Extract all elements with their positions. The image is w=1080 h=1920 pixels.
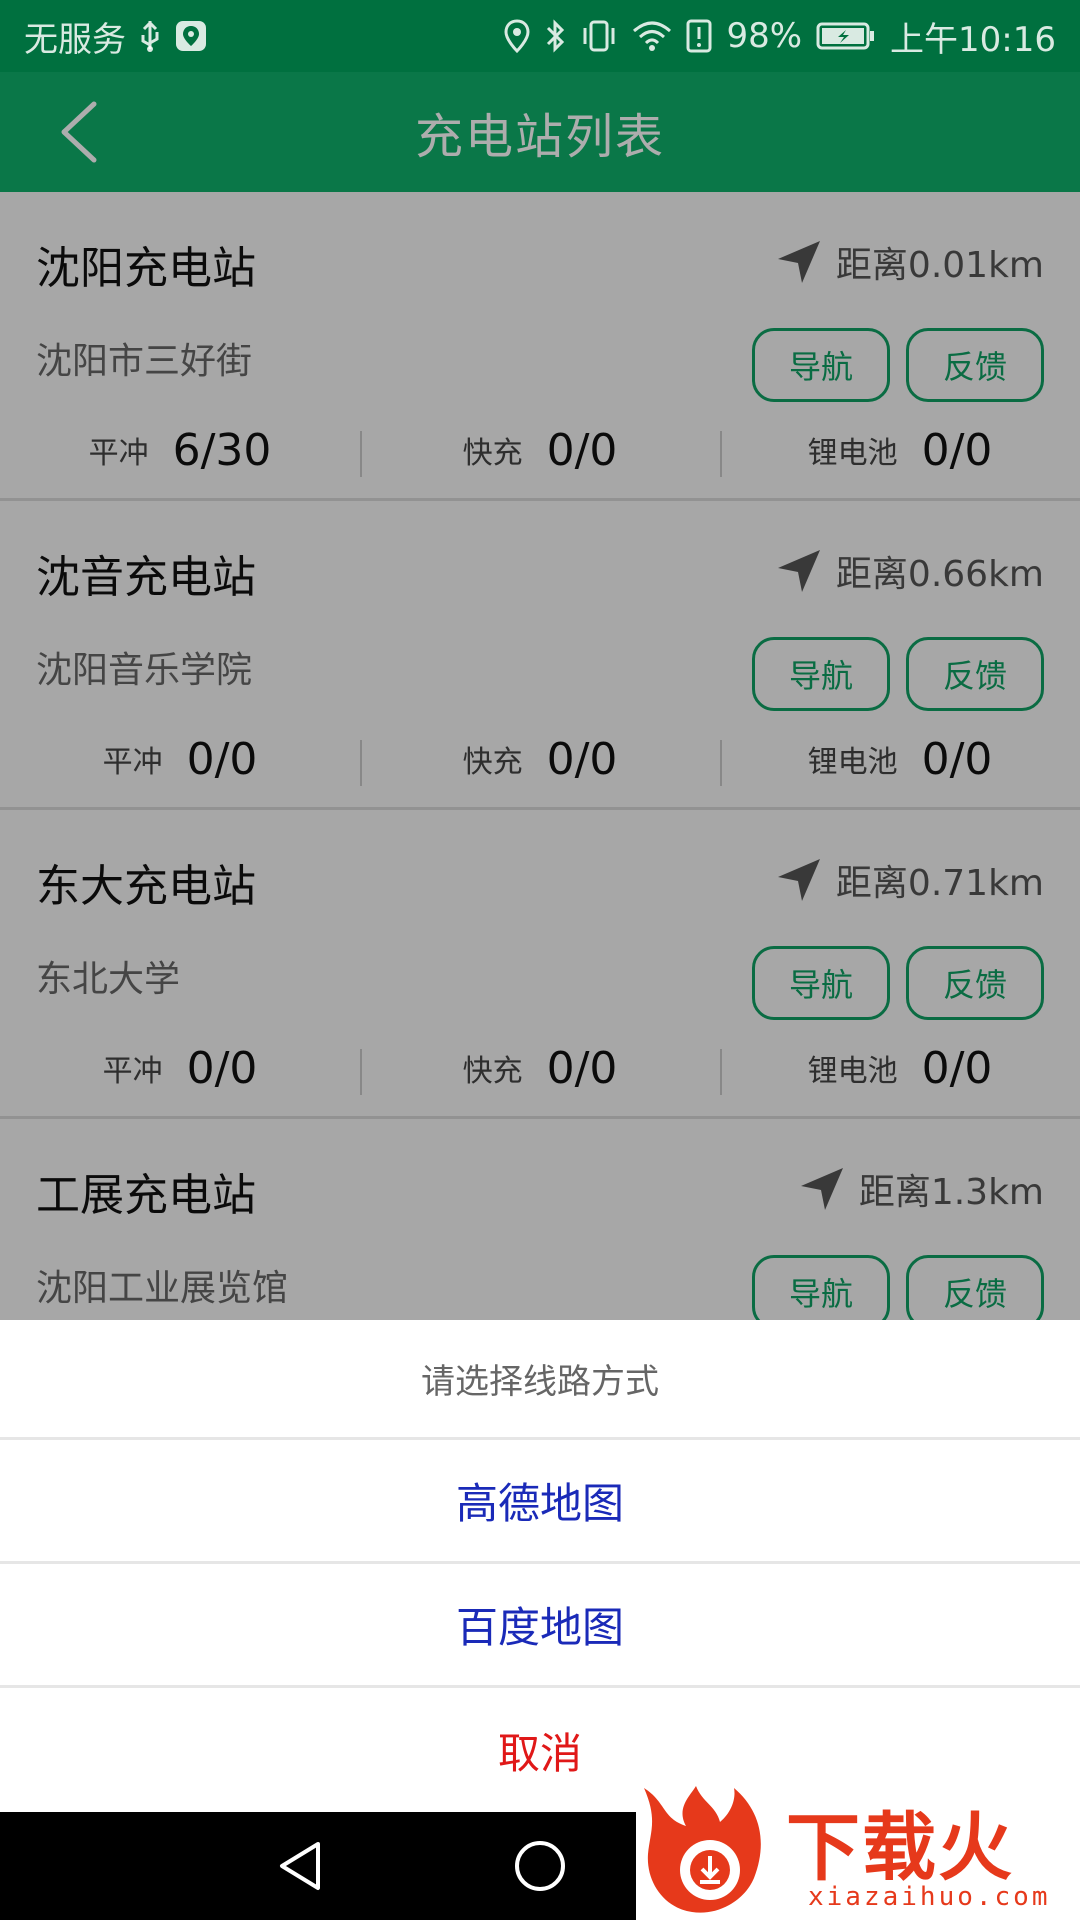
status-bar: 无服务 98% 上午10:16: [0, 0, 1080, 72]
back-triangle-icon: [280, 1842, 320, 1890]
battery-percent: 98%: [726, 16, 803, 56]
flame-logo-icon: [644, 1786, 761, 1913]
route-choice-sheet: 请选择线路方式 高德地图 百度地图 取消: [0, 1320, 1080, 1812]
bluetooth-icon: [544, 19, 566, 53]
watermark-text: 下载火: [786, 1805, 1014, 1891]
usb-icon: [138, 19, 162, 53]
battery-icon: [816, 21, 876, 51]
carrier-label: 无服务: [24, 19, 126, 60]
sheet-title: 请选择线路方式: [0, 1320, 1080, 1440]
wifi-icon: [632, 19, 672, 53]
home-circle-icon: [515, 1841, 565, 1891]
amap-option[interactable]: 高德地图: [0, 1440, 1080, 1564]
alert-icon: [686, 19, 712, 53]
modal-scrim[interactable]: [0, 72, 1080, 1320]
nav-home-button[interactable]: [510, 1836, 570, 1896]
baidu-map-option[interactable]: 百度地图: [0, 1564, 1080, 1688]
watermark-url: xiazaihuo.com: [808, 1882, 1051, 1912]
shield-icon: [174, 19, 208, 53]
clock: 上午10:16: [890, 19, 1056, 60]
watermark-logo: 下载火 xiazaihuo.com: [636, 1782, 1080, 1920]
vibrate-icon: [580, 19, 618, 53]
nav-back-button[interactable]: [270, 1836, 330, 1896]
location-icon: [504, 19, 530, 53]
